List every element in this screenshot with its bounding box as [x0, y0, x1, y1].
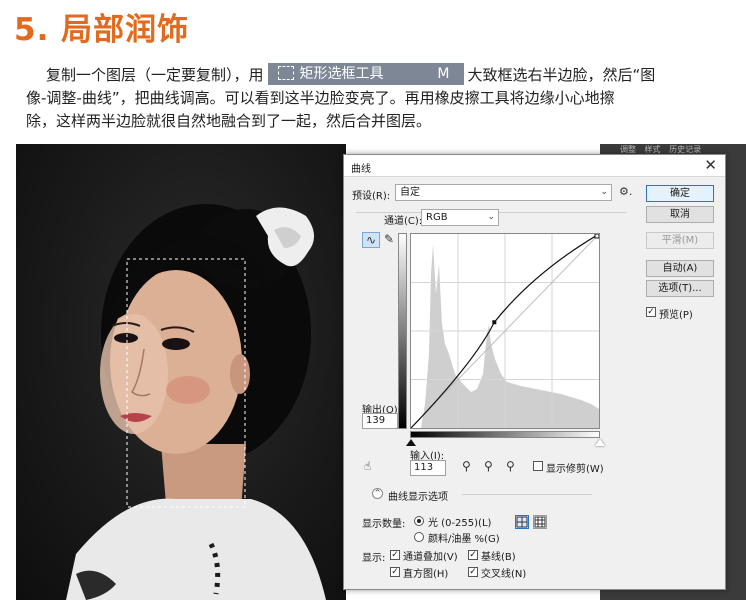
options-button[interactable]: 选项(T)...	[646, 280, 714, 297]
show-label: 显示:	[362, 553, 386, 564]
ok-button[interactable]: 确定	[646, 185, 714, 202]
show-clipping-checkbox[interactable]	[533, 461, 543, 471]
output-field[interactable]: 139	[362, 413, 398, 429]
intersection-line-checkbox[interactable]: ✓	[468, 567, 478, 577]
paragraph-line-3: 除，这样两半边脸就很自然地融合到了一起，然后合并图层。	[26, 112, 432, 130]
channel-overlays-label: 通道叠加(V)	[403, 552, 458, 563]
preset-value: 自定	[400, 187, 420, 198]
paragraph-text: 大致框选右半边脸，然后“图	[467, 66, 656, 84]
black-point-slider[interactable]	[406, 439, 416, 446]
baseline-label: 基线(B)	[481, 552, 516, 563]
curve-edit-icon[interactable]: ∿	[362, 232, 380, 248]
grid-simple-icon[interactable]	[515, 515, 529, 529]
histogram-label: 直方图(H)	[403, 569, 449, 580]
show-clipping-label: 显示修剪(W)	[546, 464, 604, 475]
baseline-checkbox[interactable]: ✓	[468, 550, 478, 560]
cancel-button[interactable]: 取消	[646, 206, 714, 223]
dialog-title-bar: 曲线 ✕	[344, 155, 725, 177]
white-eyedropper-icon[interactable]: ⚲	[506, 459, 515, 473]
histogram-checkbox[interactable]: ✓	[390, 567, 400, 577]
intersection-line-label: 交叉线(N)	[481, 569, 527, 580]
output-gradient-bar	[398, 233, 407, 429]
portrait-photo	[16, 144, 346, 600]
smooth-button[interactable]: 平滑(M)	[646, 232, 714, 249]
light-radio[interactable]	[414, 516, 424, 526]
gear-icon[interactable]: ⚙.	[619, 185, 632, 198]
preset-select[interactable]: 自定 ⌄	[395, 184, 612, 201]
curve-end-point	[594, 233, 600, 239]
preset-label: 预设(R):	[352, 191, 391, 202]
auto-button[interactable]: 自动(A)	[646, 260, 714, 277]
white-point-slider[interactable]	[595, 439, 605, 446]
curve-display-options-label[interactable]: 曲线显示选项	[388, 488, 448, 503]
close-icon[interactable]: ✕	[704, 156, 717, 174]
hand-target-icon[interactable]: ☝	[364, 459, 371, 473]
pencil-icon[interactable]: ✎	[384, 232, 394, 246]
tool-shortcut: M	[437, 65, 450, 82]
expand-icon[interactable]: ^	[372, 488, 383, 499]
channel-select[interactable]: RGB ⌄	[421, 209, 499, 226]
curve-control-point	[492, 320, 497, 325]
panel-tab: 历史记录	[669, 145, 702, 154]
black-eyedropper-icon[interactable]: ⚲	[462, 459, 471, 473]
panel-tab: 调整	[620, 145, 636, 154]
divider	[462, 494, 592, 495]
pigment-radio[interactable]	[414, 532, 424, 542]
section-heading: 5. 局部润饰	[14, 12, 190, 48]
curve-graph[interactable]	[410, 233, 600, 429]
paragraph-line-2: 像-调整-曲线”，把曲线调高。可以看到这半边脸变亮了。再用橡皮擦工具将边缘小心地…	[26, 89, 615, 107]
chevron-down-icon: ⌄	[487, 212, 495, 222]
tool-name: 矩形选框工具	[299, 65, 384, 82]
chevron-down-icon: ⌄	[600, 187, 608, 197]
preview-checkbox[interactable]: ✓	[646, 307, 656, 317]
curve-graph-canvas	[410, 233, 600, 429]
marquee-tool-badge: 矩形选框工具 M	[267, 62, 464, 85]
instruction-paragraph: 复制一个图层（一定要复制），用 矩形选框工具 M 大致框选右半边脸，然后“图 像-调整…	[26, 62, 738, 133]
pigment-option-label: 颜料/油墨 %(G)	[428, 534, 500, 545]
channel-value: RGB	[426, 212, 448, 223]
channel-label: 通道(C):	[384, 216, 423, 227]
portrait-illustration	[66, 204, 326, 600]
light-option-label: 光 (0-255)(L)	[428, 518, 492, 529]
grid-detailed-icon[interactable]	[533, 515, 547, 529]
input-field[interactable]: 113	[410, 460, 446, 476]
preview-label: 预览(P)	[659, 310, 693, 321]
channel-overlays-checkbox[interactable]: ✓	[390, 550, 400, 560]
gray-eyedropper-icon[interactable]: ⚲	[484, 459, 493, 473]
marquee-icon	[277, 65, 294, 80]
paragraph-text: 复制一个图层（一定要复制），用	[46, 66, 264, 84]
paragraph-line-1: 复制一个图层（一定要复制），用 矩形选框工具 M 大致框选右半边脸，然后“图	[26, 62, 738, 87]
panel-tab: 样式	[644, 145, 661, 154]
curves-dialog: 曲线 ✕ 预设(R): 自定 ⌄ ⚙. 确定 取消 平滑(M) 自动(A) 选项…	[343, 154, 726, 590]
display-amount-label: 显示数量:	[362, 519, 406, 530]
dialog-title: 曲线	[351, 164, 371, 175]
input-gradient-bar	[410, 431, 600, 438]
